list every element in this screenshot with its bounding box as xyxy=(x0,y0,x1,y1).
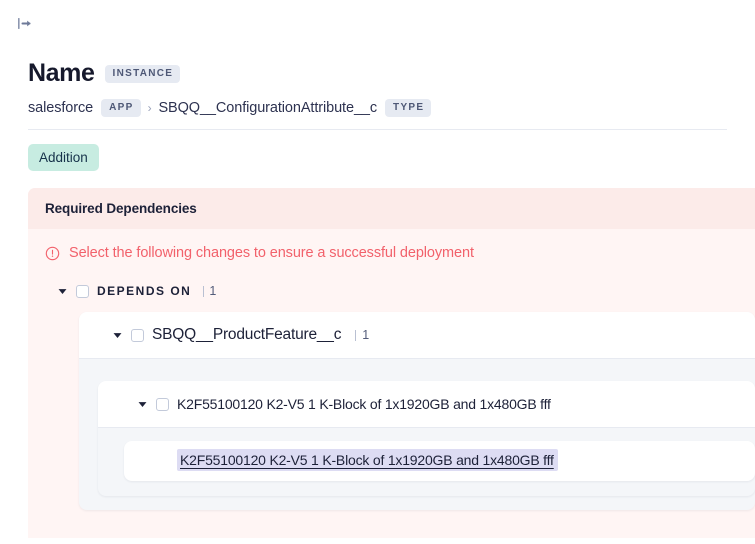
page-title: Name xyxy=(28,59,95,87)
breadcrumb-type-name[interactable]: SBQQ__ConfigurationAttribute__c xyxy=(158,100,377,116)
checkbox-product-feature[interactable] xyxy=(131,328,144,342)
tree-node-product-feature-row[interactable]: SBQQ__ProductFeature__c 1 xyxy=(112,323,755,347)
tree-card-product-feature-body: K2F55100120 K2-V5 1 K-Block of 1x1920GB … xyxy=(79,359,755,510)
tree-node-product-feature-label: SBQQ__ProductFeature__c xyxy=(152,326,342,344)
tree-node-depends-on-count: 1 xyxy=(203,284,216,298)
tree-node-k2-block[interactable]: K2F55100120 K2-V5 1 K-Block of 1x1920GB … xyxy=(98,381,755,429)
top-toolbar xyxy=(0,0,755,46)
count-value: 1 xyxy=(209,284,217,299)
tree-leaf-link-k2-block[interactable]: K2F55100120 K2-V5 1 K-Block of 1x1920GB … xyxy=(177,449,558,472)
caret-down-icon[interactable] xyxy=(112,330,123,341)
type-tag: TYPE xyxy=(385,98,432,117)
expand-panel-right-icon[interactable] xyxy=(12,10,38,36)
dependencies-alert: Select the following changes to ensure a… xyxy=(28,229,755,261)
status-row: Addition xyxy=(0,130,755,172)
app-tag: APP xyxy=(101,98,141,117)
tree-node-depends-on[interactable]: DEPENDS ON 1 xyxy=(57,279,755,303)
tree-node-depends-on-label: DEPENDS ON xyxy=(97,284,192,299)
breadcrumb-separator-icon: › xyxy=(147,100,152,115)
count-divider xyxy=(355,329,357,341)
tree-node-k2-block-row[interactable]: K2F55100120 K2-V5 1 K-Block of 1x1920GB … xyxy=(137,392,755,416)
status-badge: Addition xyxy=(28,143,99,172)
dependency-tree: DEPENDS ON 1 SBQQ__ProductFeature__c 1 K… xyxy=(28,261,755,511)
instance-tag: INSTANCE xyxy=(104,64,181,83)
breadcrumb-app-name[interactable]: salesforce xyxy=(28,100,93,116)
tree-leaf-card: K2F55100120 K2-V5 1 K-Block of 1x1920GB … xyxy=(124,441,755,482)
dependencies-alert-text: Select the following changes to ensure a… xyxy=(69,245,474,262)
caret-down-icon[interactable] xyxy=(57,286,68,297)
tree-node-product-feature[interactable]: SBQQ__ProductFeature__c 1 xyxy=(79,312,755,360)
tree-node-product-feature-count: 1 xyxy=(355,328,369,342)
count-divider xyxy=(203,285,205,297)
tree-card-k2-block: K2F55100120 K2-V5 1 K-Block of 1x1920GB … xyxy=(98,381,755,497)
tree-card-product-feature: SBQQ__ProductFeature__c 1 K2F55100120 K2… xyxy=(79,312,755,511)
page-header: Name INSTANCE salesforce APP › SBQQ__Con… xyxy=(0,46,755,130)
tree-card-k2-block-body: K2F55100120 K2-V5 1 K-Block of 1x1920GB … xyxy=(98,428,755,496)
tree-node-k2-block-label: K2F55100120 K2-V5 1 K-Block of 1x1920GB … xyxy=(177,396,551,413)
caret-down-icon[interactable] xyxy=(137,399,148,410)
count-value: 1 xyxy=(362,328,370,343)
breadcrumb: salesforce APP › SBQQ__ConfigurationAttr… xyxy=(28,98,727,117)
required-dependencies-title: Required Dependencies xyxy=(28,188,755,230)
checkbox-depends-on[interactable] xyxy=(76,284,89,298)
checkbox-k2-block[interactable] xyxy=(156,397,169,411)
exclamation-circle-icon xyxy=(45,246,60,261)
required-dependencies-panel: Required Dependencies Select the followi… xyxy=(28,188,755,539)
title-row: Name INSTANCE xyxy=(28,59,727,88)
